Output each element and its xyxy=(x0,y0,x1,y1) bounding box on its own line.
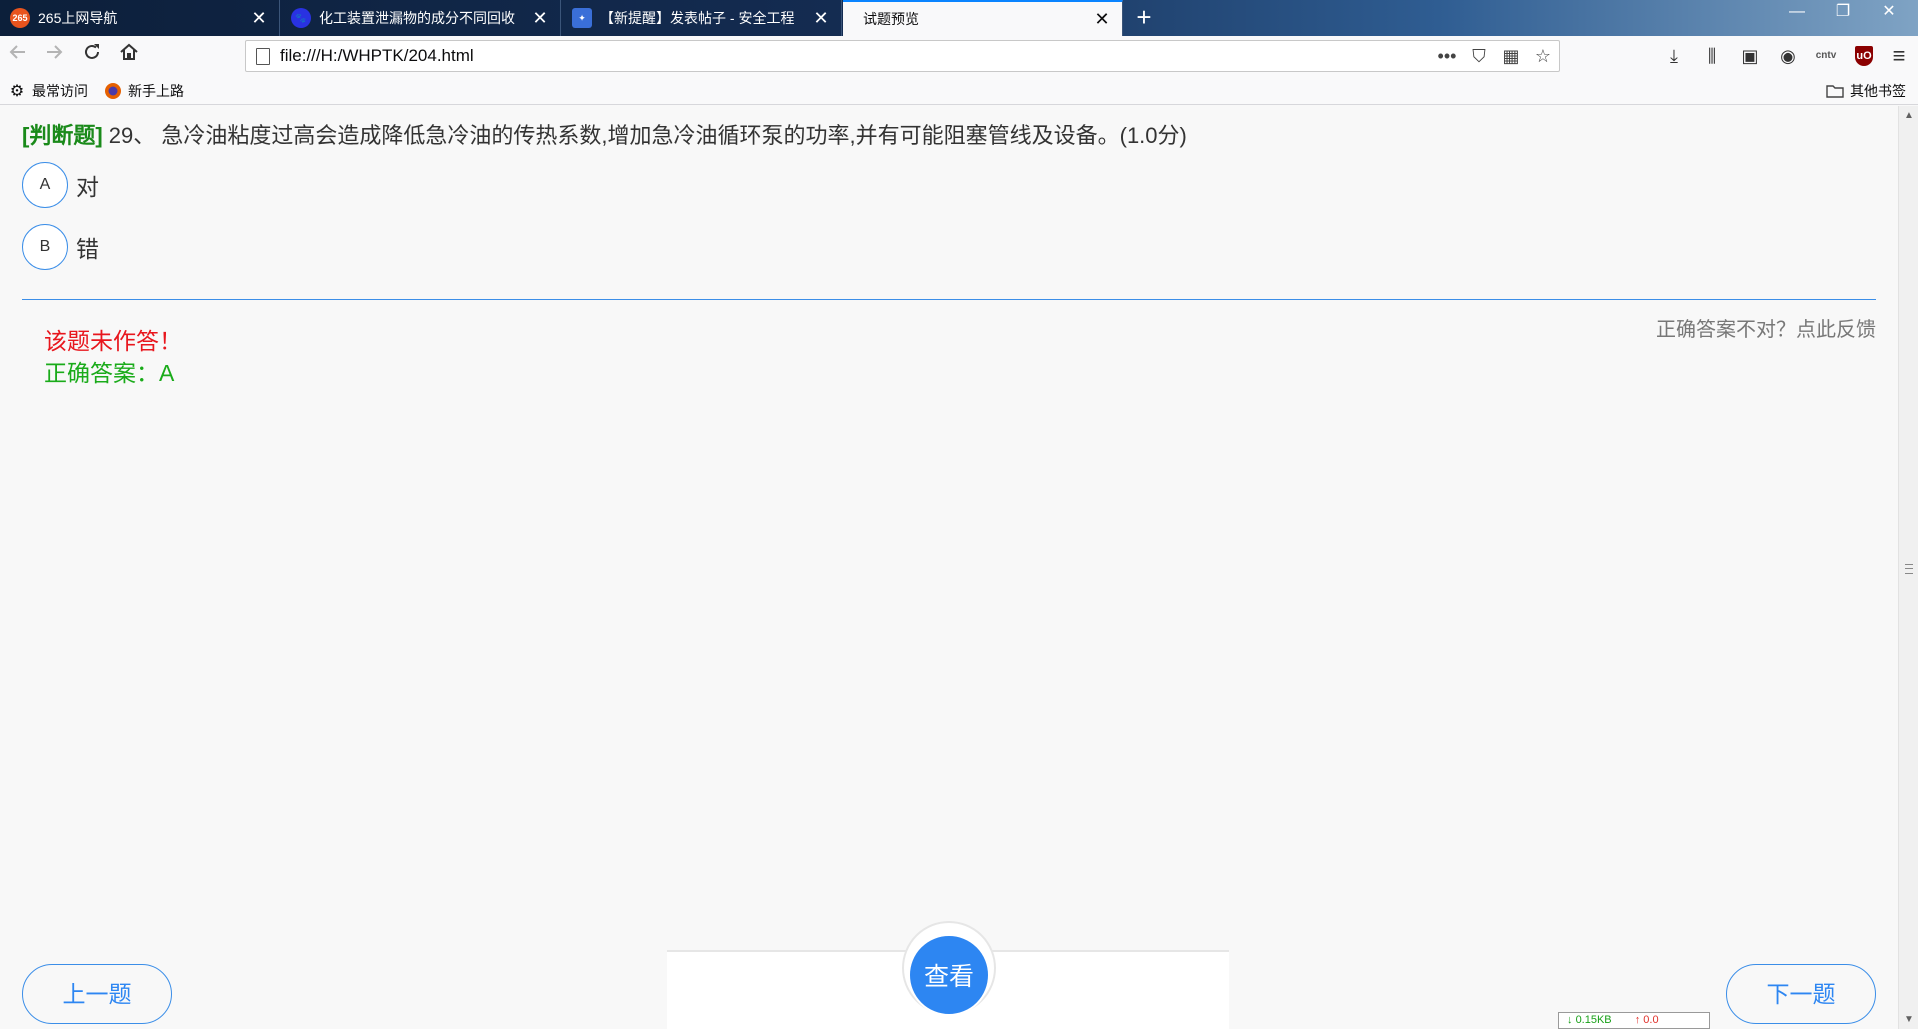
bookmark-label: 新手上路 xyxy=(128,83,184,99)
window-close-button[interactable]: ✕ xyxy=(1866,0,1912,26)
ublock-shield: uO xyxy=(1855,46,1873,66)
gear-icon: ⚙ xyxy=(9,83,25,100)
qr-code-icon[interactable]: ▦ xyxy=(1495,46,1527,67)
bookmark-star-icon[interactable]: ☆ xyxy=(1527,46,1559,67)
forum-puzzle-icon: ✦ xyxy=(572,8,592,28)
download-icon[interactable]: ⤓ xyxy=(1657,40,1691,72)
upload-speed: ↑ 0.0 xyxy=(1634,1014,1659,1026)
prev-question-button[interactable]: 上一题 xyxy=(22,964,172,1024)
download-speed-value: 0.15KB xyxy=(1575,1014,1612,1026)
bookmark-getting-started[interactable]: 新手上路 xyxy=(104,80,184,102)
more-actions-icon[interactable]: ••• xyxy=(1431,46,1463,67)
close-icon[interactable]: ✕ xyxy=(1092,9,1112,30)
view-answer-button[interactable]: 查看 xyxy=(908,934,990,1016)
tab-question-preview[interactable]: 试题预览 ✕ xyxy=(843,0,1123,36)
bookmark-other[interactable]: 其他书签 xyxy=(1826,80,1906,102)
network-speed-widget: ↓ 0.15KB ↑ 0.0 xyxy=(1558,1012,1710,1029)
upload-speed-value: 0.0 xyxy=(1643,1014,1659,1026)
correct-answer: 正确答案：A xyxy=(44,360,175,386)
sidebar-icon[interactable]: ▣ xyxy=(1733,40,1767,72)
question-text: [判断题] 29、 急冷油粘度过高会造成降低急冷油的传热系数,增加急冷油循环泵的… xyxy=(22,118,1187,150)
question-number: 29、 xyxy=(108,123,156,148)
cntv-icon[interactable]: cntv xyxy=(1809,40,1843,72)
option-text: 对 xyxy=(76,174,99,200)
navigation-toolbar: file:///H:/WHPTK/204.html ••• ⛉ ▦ ☆ ⤓ ⫼ … xyxy=(0,36,1918,76)
next-question-button[interactable]: 下一题 xyxy=(1726,964,1876,1024)
option-text: 错 xyxy=(76,236,99,262)
question-body: 急冷油粘度过高会造成降低急冷油的传热系数,增加急冷油循环泵的功率,并有可能阻塞管… xyxy=(161,123,1187,148)
question-type: [判断题] xyxy=(22,123,103,148)
page-icon xyxy=(256,47,270,65)
scroll-grip-icon[interactable] xyxy=(1905,564,1913,574)
url-text[interactable]: file:///H:/WHPTK/204.html xyxy=(280,46,1431,66)
tab-strip: 265 265上网导航 ✕ 🐾 化工装置泄漏物的成分不同回收 ✕ ✦ 【新提醒】… xyxy=(0,0,1918,36)
feedback-link[interactable]: 正确答案不对？点此反馈 xyxy=(1656,313,1876,342)
vertical-scrollbar[interactable]: ▲ ▼ xyxy=(1898,106,1918,1029)
ublock-icon[interactable]: uO xyxy=(1847,40,1881,72)
tab-265-navigation[interactable]: 265 265上网导航 ✕ xyxy=(0,0,280,36)
baidu-paw-icon: 🐾 xyxy=(291,8,311,28)
account-icon[interactable]: ◉ xyxy=(1771,40,1805,72)
firefox-icon xyxy=(104,82,122,100)
restore-button[interactable]: ❐ xyxy=(1820,0,1866,26)
menu-icon[interactable]: ≡ xyxy=(1882,40,1916,72)
scroll-down-arrow-icon[interactable]: ▼ xyxy=(1899,1014,1918,1025)
265-site-icon: 265 xyxy=(10,8,30,28)
bookmark-label: 最常访问 xyxy=(32,83,88,99)
home-icon xyxy=(120,43,138,60)
forward-arrow-icon xyxy=(47,45,63,59)
unanswered-notice: 该题未作答！ xyxy=(44,328,182,354)
reload-button[interactable] xyxy=(76,40,108,72)
option-letter[interactable]: B xyxy=(22,224,68,270)
page-content: [判断题] 29、 急冷油粘度过高会造成降低急冷油的传热系数,增加急冷油循环泵的… xyxy=(0,106,1898,1029)
back-button[interactable] xyxy=(2,40,34,72)
tab-title: 【新提醒】发表帖子 - 安全工程 xyxy=(600,10,795,26)
minimize-button[interactable]: — xyxy=(1774,0,1820,26)
home-button[interactable] xyxy=(113,40,145,72)
option-a[interactable]: A 对 xyxy=(22,162,99,208)
scroll-up-arrow-icon[interactable]: ▲ xyxy=(1899,110,1918,121)
tab-title: 265上网导航 xyxy=(38,10,118,26)
close-icon[interactable]: ✕ xyxy=(530,8,550,29)
pocket-icon[interactable]: ⛉ xyxy=(1463,46,1495,67)
bookmark-most-visited[interactable]: ⚙ 最常访问 xyxy=(8,80,88,102)
tab-title: 试题预览 xyxy=(863,11,919,27)
library-icon[interactable]: ⫼ xyxy=(1695,40,1729,72)
bookmark-label: 其他书签 xyxy=(1850,83,1906,99)
download-speed: ↓ 0.15KB xyxy=(1567,1014,1612,1026)
tab-forum-post[interactable]: ✦ 【新提醒】发表帖子 - 安全工程 ✕ xyxy=(562,0,842,36)
option-b[interactable]: B 错 xyxy=(22,224,99,270)
close-icon[interactable]: ✕ xyxy=(811,8,831,29)
forward-button[interactable] xyxy=(38,40,70,72)
address-bar[interactable]: file:///H:/WHPTK/204.html ••• ⛉ ▦ ☆ xyxy=(245,40,1560,72)
bookmarks-toolbar: ⚙ 最常访问 新手上路 其他书签 xyxy=(0,76,1918,105)
folder-icon xyxy=(1826,82,1844,100)
back-arrow-icon xyxy=(9,45,25,59)
reload-icon xyxy=(85,44,99,59)
tab-title: 化工装置泄漏物的成分不同回收 xyxy=(319,10,515,26)
divider xyxy=(22,299,1876,300)
close-icon[interactable]: ✕ xyxy=(249,8,269,29)
option-letter[interactable]: A xyxy=(22,162,68,208)
tab-chemical-leak[interactable]: 🐾 化工装置泄漏物的成分不同回收 ✕ xyxy=(281,0,561,36)
new-tab-button[interactable]: + xyxy=(1128,2,1160,34)
